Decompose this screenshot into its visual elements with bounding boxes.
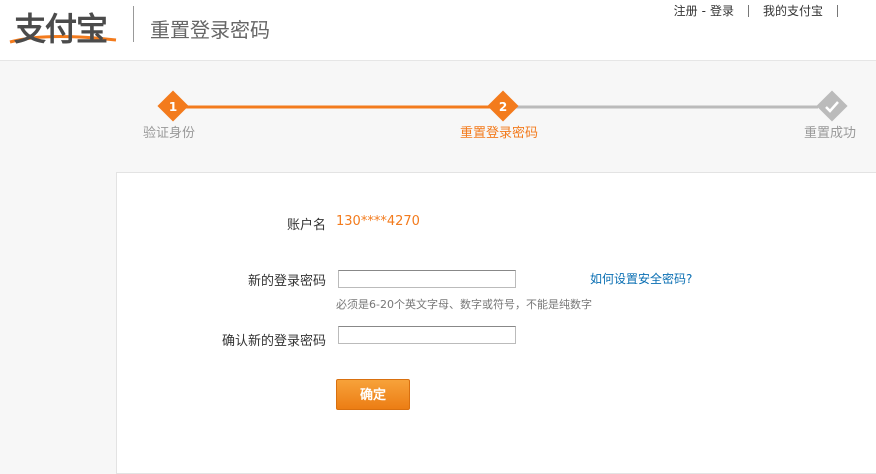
password-hint: 必须是6-20个英文字母、数字或符号，不能是纯数字 [336,298,592,311]
step-number-1: 1 [169,100,177,114]
link-divider [747,4,749,17]
logo-text: 支付宝 [14,10,108,48]
link-divider [837,4,838,17]
step-label-verify: 验证身份 [143,126,196,141]
password-help-link[interactable]: 如何设置安全密码? [590,270,692,287]
new-password-input[interactable] [338,270,516,288]
page-header: 支付宝 重置登录密码 注册 - 登录 我的支付宝 [0,0,876,61]
link-separator: - [701,3,706,18]
account-value: 130****4270 [336,214,420,229]
step-label-success: 重置成功 [804,126,857,141]
alipay-logo[interactable]: 支付宝 [6,2,126,48]
my-alipay-link[interactable]: 我的支付宝 [763,2,823,19]
confirm-button[interactable]: 确定 [336,379,410,410]
confirm-password-input[interactable] [338,326,516,344]
step-label-reset: 重置登录密码 [460,126,539,141]
header-divider [133,6,134,42]
progress-steps: 1 2 验证身份 重置登录密码 重置成功 [0,60,876,172]
register-link[interactable]: 注册 [674,2,698,19]
login-link[interactable]: 登录 [710,2,734,19]
page-title: 重置登录密码 [150,18,270,42]
account-label: 账户名 [286,218,326,233]
top-links: 注册 - 登录 我的支付宝 [674,2,852,19]
step-marker-3 [816,90,848,122]
new-password-label: 新的登录密码 [247,274,326,289]
steps-graphic: 1 2 [157,90,848,122]
step-number-2: 2 [499,100,507,114]
confirm-password-label: 确认新的登录密码 [221,334,326,349]
